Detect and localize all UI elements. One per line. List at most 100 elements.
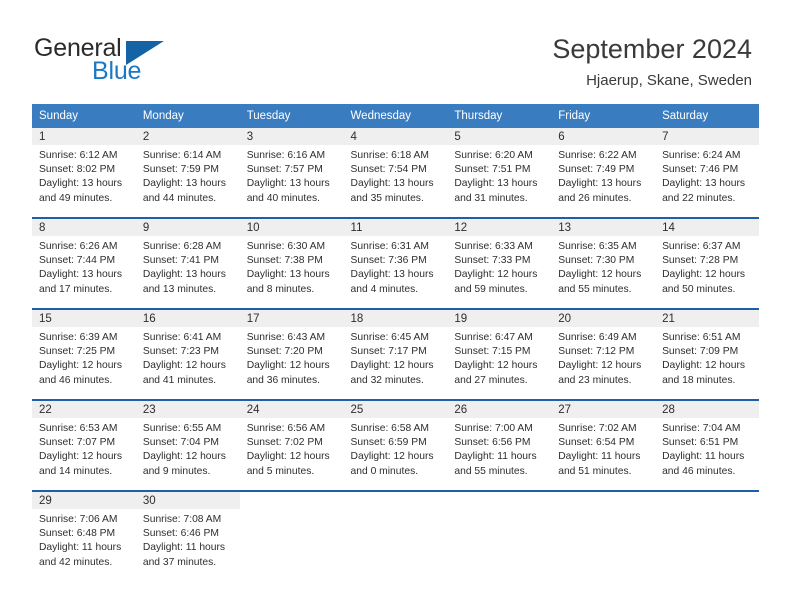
day-cell[interactable]: 4 Sunrise: 6:18 AM Sunset: 7:54 PM Dayli… (343, 128, 448, 217)
day-info: Sunrise: 6:51 AM Sunset: 7:09 PM Dayligh… (655, 327, 759, 388)
calendar-page: General Blue September 2024 Hjaerup, Ska… (0, 0, 792, 612)
day-cell[interactable]: 1 Sunrise: 6:12 AM Sunset: 8:02 PM Dayli… (32, 128, 136, 217)
daylight-text-line2: and 4 minutes. (350, 283, 419, 295)
daylight-text-line2: and 49 minutes. (39, 192, 113, 204)
day-number (655, 492, 759, 509)
daylight-text-line2: and 0 minutes. (350, 465, 419, 477)
day-cell[interactable]: 20 Sunrise: 6:49 AM Sunset: 7:12 PM Dayl… (551, 310, 656, 399)
sunset-text: Sunset: 7:04 PM (142, 437, 219, 449)
day-cell[interactable]: 18 Sunrise: 6:45 AM Sunset: 7:17 PM Dayl… (343, 310, 448, 399)
day-number: 10 (239, 219, 344, 236)
day-cell[interactable]: 19 Sunrise: 6:47 AM Sunset: 7:15 PM Dayl… (447, 310, 552, 399)
day-cell[interactable]: 17 Sunrise: 6:43 AM Sunset: 7:20 PM Dayl… (239, 310, 344, 399)
day-number: 8 (32, 219, 136, 236)
day-cell[interactable]: 7 Sunrise: 6:24 AM Sunset: 7:46 PM Dayli… (655, 128, 759, 217)
sunset-text: Sunset: 7:12 PM (558, 346, 635, 358)
sunset-text: Sunset: 7:36 PM (350, 255, 427, 267)
sunrise-text: Sunrise: 7:06 AM (39, 514, 118, 525)
daylight-text-line2: and 59 minutes. (454, 283, 528, 295)
day-cell[interactable]: 10 Sunrise: 6:30 AM Sunset: 7:38 PM Dayl… (239, 219, 344, 308)
daylight-text-line1: Daylight: 12 hours (558, 360, 642, 372)
day-info: Sunrise: 6:39 AM Sunset: 7:25 PM Dayligh… (32, 327, 136, 388)
sunrise-text: Sunrise: 7:08 AM (142, 514, 222, 525)
daylight-text-line2: and 50 minutes. (662, 283, 736, 295)
weekday-header-saturday: Saturday (655, 104, 759, 128)
daylight-text-line2: and 46 minutes. (39, 374, 113, 386)
daylight-text-line1: Daylight: 13 hours (558, 178, 642, 190)
day-cell[interactable]: 13 Sunrise: 6:35 AM Sunset: 7:30 PM Dayl… (551, 219, 656, 308)
daylight-text-line2: and 9 minutes. (142, 465, 211, 477)
daylight-text-line1: Daylight: 12 hours (454, 360, 538, 372)
day-number: 16 (135, 310, 240, 327)
day-number: 1 (32, 128, 136, 145)
day-info: Sunrise: 6:55 AM Sunset: 7:04 PM Dayligh… (136, 418, 240, 479)
day-number: 22 (32, 401, 136, 418)
day-cell[interactable]: 2 Sunrise: 6:14 AM Sunset: 7:59 PM Dayli… (135, 128, 240, 217)
day-cell[interactable]: 11 Sunrise: 6:31 AM Sunset: 7:36 PM Dayl… (343, 219, 448, 308)
week-row: 1 Sunrise: 6:12 AM Sunset: 8:02 PM Dayli… (32, 128, 759, 217)
sunset-text: Sunset: 7:30 PM (558, 255, 635, 267)
daylight-text-line1: Daylight: 11 hours (454, 451, 537, 463)
day-cell[interactable]: 21 Sunrise: 6:51 AM Sunset: 7:09 PM Dayl… (655, 310, 759, 399)
daylight-text-line1: Daylight: 13 hours (454, 178, 538, 190)
sunrise-text: Sunrise: 6:49 AM (558, 332, 637, 343)
day-cell[interactable]: 26 Sunrise: 7:00 AM Sunset: 6:56 PM Dayl… (447, 401, 552, 490)
daylight-text-line2: and 8 minutes. (246, 283, 315, 295)
week-row: 22 Sunrise: 6:53 AM Sunset: 7:07 PM Dayl… (32, 401, 759, 490)
day-number: 29 (32, 492, 136, 509)
day-cell[interactable]: 28 Sunrise: 7:04 AM Sunset: 6:51 PM Dayl… (655, 401, 759, 490)
sunset-text: Sunset: 6:46 PM (142, 528, 219, 540)
sunset-text: Sunset: 7:54 PM (350, 164, 427, 176)
day-cell[interactable]: 30 Sunrise: 7:08 AM Sunset: 6:46 PM Dayl… (135, 492, 240, 581)
day-cell[interactable]: 29 Sunrise: 7:06 AM Sunset: 6:48 PM Dayl… (32, 492, 136, 581)
daylight-text-line2: and 26 minutes. (558, 192, 632, 204)
day-number: 24 (239, 401, 344, 418)
weekday-header-tuesday: Tuesday (239, 104, 344, 128)
sunset-text: Sunset: 7:51 PM (454, 164, 531, 176)
sunrise-text: Sunrise: 6:26 AM (39, 241, 118, 252)
day-info: Sunrise: 6:18 AM Sunset: 7:54 PM Dayligh… (344, 145, 448, 206)
day-cell[interactable]: 25 Sunrise: 6:58 AM Sunset: 6:59 PM Dayl… (343, 401, 448, 490)
day-cell[interactable]: 15 Sunrise: 6:39 AM Sunset: 7:25 PM Dayl… (32, 310, 136, 399)
day-info: Sunrise: 6:26 AM Sunset: 7:44 PM Dayligh… (32, 236, 136, 297)
page-header: General Blue September 2024 Hjaerup, Ska… (0, 0, 792, 96)
day-cell[interactable]: 9 Sunrise: 6:28 AM Sunset: 7:41 PM Dayli… (135, 219, 240, 308)
day-cell[interactable]: 22 Sunrise: 6:53 AM Sunset: 7:07 PM Dayl… (32, 401, 136, 490)
day-cell[interactable]: 6 Sunrise: 6:22 AM Sunset: 7:49 PM Dayli… (551, 128, 656, 217)
day-cell[interactable]: 3 Sunrise: 6:16 AM Sunset: 7:57 PM Dayli… (239, 128, 344, 217)
day-number: 13 (551, 219, 656, 236)
day-number: 7 (655, 128, 759, 145)
day-cell[interactable]: 16 Sunrise: 6:41 AM Sunset: 7:23 PM Dayl… (135, 310, 240, 399)
day-info: Sunrise: 6:33 AM Sunset: 7:33 PM Dayligh… (447, 236, 551, 297)
day-cell[interactable]: 14 Sunrise: 6:37 AM Sunset: 7:28 PM Dayl… (655, 219, 759, 308)
day-info: Sunrise: 6:58 AM Sunset: 6:59 PM Dayligh… (344, 418, 448, 479)
sunrise-text: Sunrise: 6:47 AM (454, 332, 533, 343)
day-number: 17 (239, 310, 344, 327)
day-number: 25 (343, 401, 448, 418)
sunrise-text: Sunrise: 6:55 AM (142, 423, 222, 434)
day-cell[interactable]: 12 Sunrise: 6:33 AM Sunset: 7:33 PM Dayl… (447, 219, 552, 308)
sunset-text: Sunset: 7:17 PM (350, 346, 427, 358)
day-number: 18 (343, 310, 448, 327)
day-cell[interactable]: 5 Sunrise: 6:20 AM Sunset: 7:51 PM Dayli… (447, 128, 552, 217)
day-cell[interactable]: 23 Sunrise: 6:55 AM Sunset: 7:04 PM Dayl… (135, 401, 240, 490)
sunset-text: Sunset: 7:46 PM (662, 164, 739, 176)
daylight-text-line1: Daylight: 11 hours (558, 451, 641, 463)
day-cell-empty (551, 492, 656, 581)
sunset-text: Sunset: 6:51 PM (662, 437, 739, 449)
daylight-text-line1: Daylight: 13 hours (350, 178, 434, 190)
sunrise-text: Sunrise: 6:35 AM (558, 241, 637, 252)
daylight-text-line1: Daylight: 12 hours (142, 360, 226, 372)
day-cell[interactable]: 8 Sunrise: 6:26 AM Sunset: 7:44 PM Dayli… (32, 219, 136, 308)
day-number: 12 (447, 219, 552, 236)
day-info: Sunrise: 7:06 AM Sunset: 6:48 PM Dayligh… (32, 509, 136, 570)
sunrise-text: Sunrise: 7:00 AM (454, 423, 533, 434)
daylight-text-line1: Daylight: 11 hours (39, 542, 122, 554)
sunset-text: Sunset: 7:02 PM (246, 437, 323, 449)
sunrise-text: Sunrise: 6:41 AM (142, 332, 222, 343)
sunset-text: Sunset: 7:38 PM (246, 255, 323, 267)
day-info: Sunrise: 6:35 AM Sunset: 7:30 PM Dayligh… (551, 236, 655, 297)
week-row: 15 Sunrise: 6:39 AM Sunset: 7:25 PM Dayl… (32, 310, 759, 399)
day-cell[interactable]: 27 Sunrise: 7:02 AM Sunset: 6:54 PM Dayl… (551, 401, 656, 490)
day-cell[interactable]: 24 Sunrise: 6:56 AM Sunset: 7:02 PM Dayl… (239, 401, 344, 490)
